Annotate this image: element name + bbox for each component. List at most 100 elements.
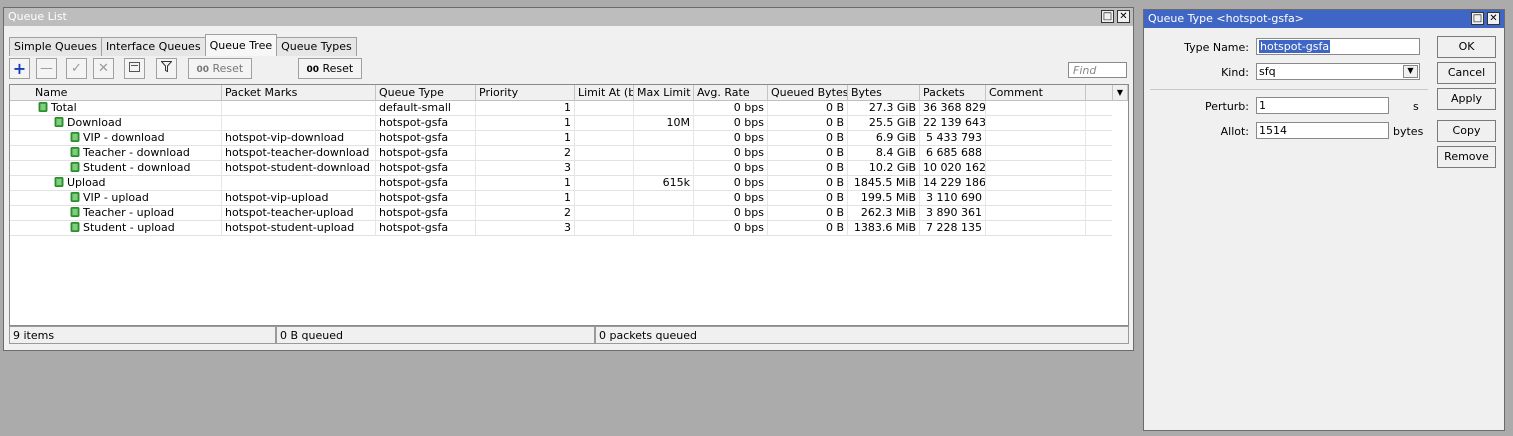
col-header-queue-type[interactable]: Queue Type: [376, 85, 476, 101]
copy-button[interactable]: Copy: [1437, 120, 1496, 142]
table-row[interactable]: Download hotspot-gsfa 1 10M 0 bps 0 B 25.5 GiB…: [10, 116, 1112, 131]
cell-packets: 22 139 643: [920, 116, 986, 131]
cell-name: Student - upload: [32, 221, 222, 236]
cell-name: Teacher - upload: [32, 206, 222, 221]
col-header-limit-at[interactable]: Limit At (b...: [575, 85, 634, 101]
enable-button[interactable]: ✓: [66, 58, 87, 79]
queue-tabs: Simple Queues Interface Queues Queue Tree Q…: [9, 34, 357, 56]
cell-max-limit: [634, 101, 694, 116]
cell-limit-at: [575, 191, 634, 206]
col-header-name[interactable]: Name: [32, 85, 222, 101]
remove-button[interactable]: —: [36, 58, 57, 79]
cell-bytes: 6.9 GiB: [848, 131, 920, 146]
close-button[interactable]: ✕: [1117, 10, 1130, 23]
apply-button[interactable]: Apply: [1437, 88, 1496, 110]
maximize-button[interactable]: □: [1101, 10, 1114, 23]
table-row[interactable]: VIP - upload hotspot-vip-upload hotspot-gs…: [10, 191, 1112, 206]
cell-packets: 36 368 829: [920, 101, 986, 116]
status-queued: 0 B queued: [276, 326, 595, 344]
cell-avg-rate: 0 bps: [694, 116, 768, 131]
col-header-max-limit[interactable]: Max Limit ...: [634, 85, 694, 101]
reset-icon: 00: [196, 65, 209, 75]
status-packets-queued: 0 packets queued: [595, 326, 1129, 344]
cell-max-limit: [634, 146, 694, 161]
kind-value: sfq: [1259, 65, 1276, 78]
cell-priority: 2: [476, 206, 575, 221]
allot-input[interactable]: 1514: [1256, 122, 1389, 139]
cell-bytes: 10.2 GiB: [848, 161, 920, 176]
kind-select[interactable]: sfq ▼: [1256, 63, 1420, 80]
cell-packet-marks: hotspot-teacher-upload: [222, 206, 376, 221]
cell-name: Teacher - download: [32, 146, 222, 161]
type-name-input[interactable]: hotspot-gsfa: [1256, 38, 1420, 55]
col-header-packet-marks[interactable]: Packet Marks: [222, 85, 376, 101]
tab-queue-tree[interactable]: Queue Tree: [204, 34, 278, 56]
cell-avg-rate: 0 bps: [694, 101, 768, 116]
col-header-packets[interactable]: Packets: [920, 85, 986, 101]
allot-value: 1514: [1259, 124, 1287, 137]
cell-comment: [986, 191, 1086, 206]
table-row[interactable]: Upload hotspot-gsfa 1 615k 0 bps 0 B 1845.5 Mi…: [10, 176, 1112, 191]
cell-packet-marks: hotspot-student-download: [222, 161, 376, 176]
queue-icon: [70, 222, 80, 232]
col-header-avg-rate[interactable]: Avg. Rate: [694, 85, 768, 101]
qt-maximize-button[interactable]: □: [1471, 12, 1484, 25]
perturb-input[interactable]: 1: [1256, 97, 1389, 114]
cell-queue-type: hotspot-gsfa: [376, 131, 476, 146]
queue-icon: [70, 147, 80, 157]
cell-avg-rate: 0 bps: [694, 131, 768, 146]
cell-bytes: 1845.5 MiB: [848, 176, 920, 191]
comment-button[interactable]: [124, 58, 145, 79]
reset-all-counters-button[interactable]: 00 Reset All Counters: [298, 58, 362, 115]
cell-queued-bytes: 0 B: [768, 221, 848, 236]
find-input[interactable]: Find: [1068, 62, 1127, 78]
col-header-queued-bytes[interactable]: Queued Bytes: [768, 85, 848, 101]
tab-queue-types[interactable]: Queue Types: [276, 37, 357, 56]
table-row[interactable]: Teacher - upload hotspot-teacher-upload ho…: [10, 206, 1112, 221]
table-row[interactable]: Student - upload hotspot-student-upload ho…: [10, 221, 1112, 236]
perturb-unit: s: [1413, 100, 1419, 113]
cell-packets: 10 020 162: [920, 161, 986, 176]
table-row[interactable]: Total default-small 1 0 bps 0 B 27.3 GiB 36 36…: [10, 101, 1112, 116]
queue-icon: [54, 177, 64, 187]
col-header-bytes[interactable]: Bytes: [848, 85, 920, 101]
cancel-button[interactable]: Cancel: [1437, 62, 1496, 84]
reset-counters-button[interactable]: 00 Reset Counters: [188, 58, 252, 96]
queue-list-titlebar[interactable]: Queue List: [4, 8, 1133, 26]
ok-button[interactable]: OK: [1437, 36, 1496, 58]
table-row[interactable]: Student - download hotspot-student-downlo…: [10, 161, 1112, 176]
row-name: Total: [51, 101, 77, 114]
queue-type-titlebar[interactable]: Queue Type <hotspot-gsfa>: [1144, 10, 1504, 28]
tab-simple-queues[interactable]: Simple Queues: [9, 37, 102, 56]
col-header-comment[interactable]: Comment: [986, 85, 1086, 101]
cell-max-limit: 10M: [634, 116, 694, 131]
dropdown-arrow-icon[interactable]: ▼: [1403, 65, 1418, 78]
table-row[interactable]: VIP - download hotspot-vip-download hotspo…: [10, 131, 1112, 146]
tab-interface-queues[interactable]: Interface Queues: [100, 37, 206, 56]
cell-queued-bytes: 0 B: [768, 161, 848, 176]
disable-button[interactable]: ✕: [93, 58, 114, 79]
status-items: 9 items: [9, 326, 276, 344]
allot-label: Allot:: [1220, 125, 1249, 138]
row-name: Download: [67, 116, 122, 129]
qt-close-button[interactable]: ✕: [1487, 12, 1500, 25]
cell-max-limit: [634, 206, 694, 221]
column-chooser-icon[interactable]: ▼: [1112, 85, 1128, 101]
cell-queued-bytes: 0 B: [768, 116, 848, 131]
col-header-priority[interactable]: Priority: [476, 85, 575, 101]
cell-limit-at: [575, 146, 634, 161]
table-row[interactable]: Teacher - download hotspot-teacher-downlo…: [10, 146, 1112, 161]
cell-priority: 3: [476, 161, 575, 176]
cell-packet-marks: [222, 116, 376, 131]
cell-comment: [986, 131, 1086, 146]
cell-max-limit: [634, 191, 694, 206]
table-header: Name Packet Marks Queue Type Priority Limit …: [10, 85, 1128, 101]
cell-packets: 7 228 135: [920, 221, 986, 236]
cell-limit-at: [575, 116, 634, 131]
cell-packet-marks: hotspot-student-upload: [222, 221, 376, 236]
queue-icon: [38, 102, 48, 112]
perturb-label: Perturb:: [1204, 100, 1249, 113]
add-button[interactable]: +: [9, 58, 30, 79]
filter-button[interactable]: [156, 58, 177, 79]
remove-button-dialog[interactable]: Remove: [1437, 146, 1496, 168]
